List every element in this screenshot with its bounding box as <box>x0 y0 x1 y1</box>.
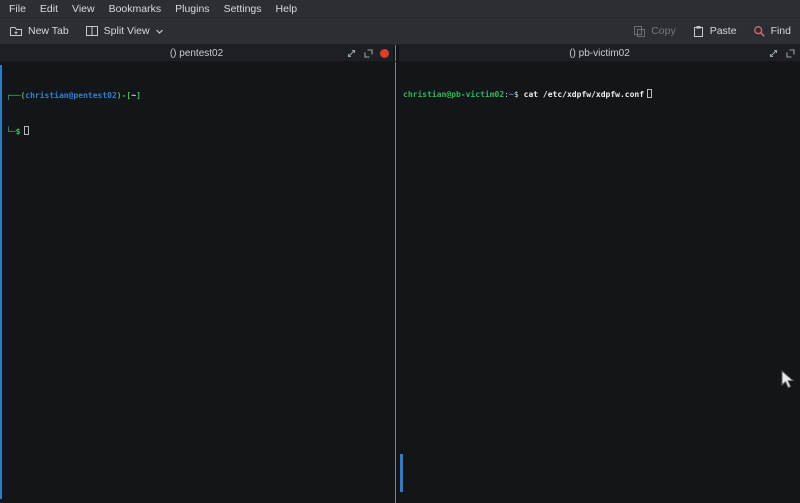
menu-help[interactable]: Help <box>269 0 305 18</box>
menu-bookmarks[interactable]: Bookmarks <box>102 0 169 18</box>
right-split-header[interactable]: () pb-victim02 <box>399 45 800 61</box>
menu-plugins[interactable]: Plugins <box>168 0 216 18</box>
close-view-button[interactable] <box>380 49 389 58</box>
menu-bar: File Edit View Bookmarks Plugins Setting… <box>0 0 800 18</box>
copy-label: Copy <box>651 25 676 37</box>
copy-button[interactable]: Copy <box>633 25 676 38</box>
new-tab-label: New Tab <box>28 25 69 37</box>
right-header-icons <box>768 45 796 61</box>
maximize-view-icon[interactable] <box>768 48 779 59</box>
toolbar-right-group: Copy Paste Find <box>633 25 791 38</box>
left-pane-scrollbar[interactable] <box>0 65 2 499</box>
new-tab-button[interactable]: New Tab <box>9 24 69 38</box>
tab-new-icon <box>9 24 23 38</box>
menu-settings[interactable]: Settings <box>217 0 269 18</box>
right-terminal-pane[interactable]: christian@pb-victim02:~$cat /etc/xdpfw/x… <box>399 62 800 503</box>
left-terminal-pane[interactable]: ┌──(christian@pentest02)-[~] └─$ <box>0 62 393 503</box>
terminal-cursor <box>24 126 29 135</box>
konsole-window: File Edit View Bookmarks Plugins Setting… <box>0 0 800 503</box>
menu-file[interactable]: File <box>2 0 33 18</box>
menu-view[interactable]: View <box>65 0 102 18</box>
split-header-row: () pentest02 () pb-victim02 <box>0 45 800 62</box>
split-view-label: Split View <box>104 25 150 37</box>
maximize-view-icon[interactable] <box>346 48 357 59</box>
paste-button[interactable]: Paste <box>692 25 737 38</box>
find-button[interactable]: Find <box>753 25 791 38</box>
prompt-line-1: ┌──(christian@pentest02)-[~] <box>6 90 393 102</box>
left-split-title: () pentest02 <box>170 48 223 59</box>
search-icon <box>753 25 766 38</box>
prompt-line: christian@pb-victim02:~$cat /etc/xdpfw/x… <box>403 89 800 101</box>
split-view-button[interactable]: Split View <box>85 24 164 38</box>
detach-view-icon[interactable] <box>363 48 374 59</box>
copy-icon <box>633 25 646 38</box>
left-terminal-output: ┌──(christian@pentest02)-[~] └─$ <box>0 62 393 162</box>
find-label: Find <box>771 25 791 37</box>
left-split-header[interactable]: () pentest02 <box>0 45 393 61</box>
prompt-line-2: └─$ <box>6 126 393 138</box>
view-split-icon <box>85 24 99 38</box>
left-header-icons <box>346 45 389 61</box>
right-terminal-output: christian@pb-victim02:~$cat /etc/xdpfw/x… <box>399 62 800 125</box>
detach-view-icon[interactable] <box>785 48 796 59</box>
terminal-cursor <box>647 89 652 98</box>
terminal-area: ┌──(christian@pentest02)-[~] └─$ christi… <box>0 62 800 503</box>
main-toolbar: New Tab Split View Copy <box>0 18 800 45</box>
paste-label: Paste <box>710 25 737 37</box>
chevron-down-icon <box>155 27 164 36</box>
paste-icon <box>692 25 705 38</box>
menu-edit[interactable]: Edit <box>33 0 65 18</box>
right-split-title: () pb-victim02 <box>569 48 630 59</box>
right-pane-scrollbar-thumb[interactable] <box>400 454 403 492</box>
